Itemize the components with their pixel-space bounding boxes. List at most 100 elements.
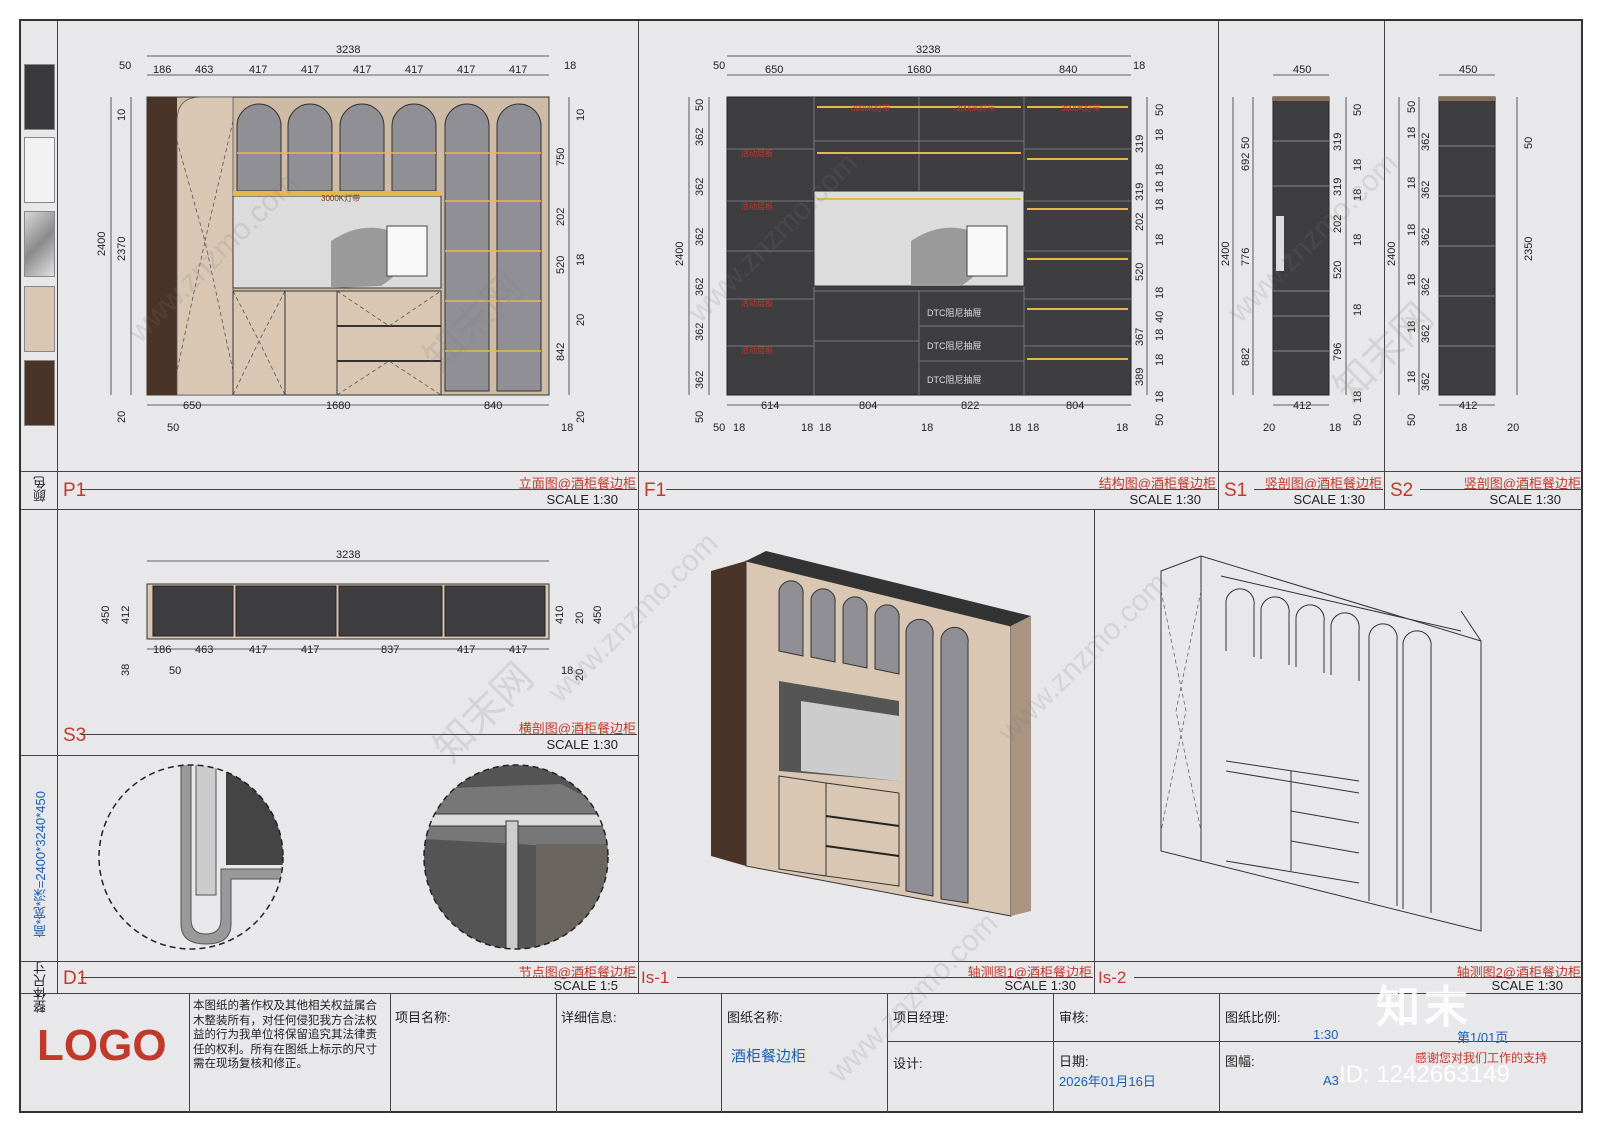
p1-dim-right-v-5: 20 — [575, 314, 587, 326]
s2-dim-right-v-1: 2350 — [1523, 237, 1535, 261]
f1-dim-bottom-1: 804 — [859, 400, 877, 412]
p1-dim-right-v-7: 20 — [575, 411, 587, 423]
scale-value: 1:30 — [1313, 1027, 1339, 1042]
p1-dim-left-v-2: 10 — [116, 109, 128, 121]
f1-title-rule — [666, 489, 1217, 490]
s1-title-rule — [1254, 489, 1383, 490]
s3-dim-bottom-3: 417 — [301, 644, 319, 656]
f1-dim-left-v-4: 362 — [694, 278, 706, 296]
f1-dim-left-v-0: 2400 — [674, 242, 686, 266]
size-value: A3 — [1323, 1073, 1339, 1088]
p1-dim-top-0: 186 — [153, 64, 171, 76]
f1-dim-right-v-16: 18 — [1154, 391, 1166, 403]
s1-dim-right-v-3: 319 — [1332, 178, 1344, 196]
f1-dim-right-v-4: 319 — [1134, 183, 1146, 201]
tb-divider-5 — [1053, 993, 1054, 1113]
p1-dim-right-v-0: 10 — [575, 109, 587, 121]
s1-dim-right-v-10: 18 — [1352, 391, 1364, 403]
date-value: 2026年01月16日 — [1059, 1074, 1156, 1089]
design-label: 设计: — [893, 1056, 923, 1071]
s3-dim-bs-1: 18 — [561, 665, 573, 677]
f1-dim-right-v-1: 18 — [1154, 129, 1166, 141]
s3-dim-bottom-2: 417 — [249, 644, 267, 656]
s2-dim-left-v-4: 362 — [1420, 181, 1432, 199]
col-divider-1 — [638, 21, 639, 993]
f1-code: F1 — [644, 480, 667, 501]
p1-code: P1 — [63, 480, 87, 501]
s1-dim-bs-0: 20 — [1263, 422, 1275, 434]
swatch-beige — [24, 286, 55, 352]
f1-scale: SCALE 1:30 — [1129, 492, 1201, 507]
sidebar: 颜色 高*宽*深=2400*3240*450 整体尺寸 — [21, 21, 58, 1113]
f1-dim-left-v-6: 362 — [694, 371, 706, 389]
s1-dim-right-v-9: 796 — [1332, 343, 1344, 361]
review-label: 审核: — [1059, 1010, 1089, 1025]
logo: LOGO — [37, 1021, 167, 1070]
p1-dim-total: 3238 — [336, 44, 360, 56]
p1-dim-left-v-3: 20 — [116, 411, 128, 423]
title-block: LOGO 本图纸的著作权及其他相关权益属合木整装所有，对任何侵犯我方合法权益的行… — [21, 993, 1583, 1113]
s3-dim-left-v-1: 412 — [120, 606, 132, 624]
s1-dim-right-v-8: 18 — [1352, 304, 1364, 316]
swatch-walnut — [24, 360, 55, 426]
s1-dim-bs-1: 18 — [1329, 422, 1341, 434]
col-divider-4 — [1094, 509, 1095, 993]
d1-title-rule — [81, 977, 637, 978]
f1-dim-right-v-10: 18 — [1154, 287, 1166, 299]
p1-dim-right-v-4: 18 — [575, 254, 587, 266]
f1-dim-right-v-15: 389 — [1134, 368, 1146, 386]
p1-dim-top-3: 417 — [301, 64, 319, 76]
s1-dim-left-v-4: 882 — [1240, 348, 1252, 366]
p1-dim-bottom-1: 1680 — [326, 400, 350, 412]
f1-dim-right-v-12: 18 — [1154, 329, 1166, 341]
f1-shelf-label-4: 活动层板 — [741, 345, 773, 355]
f1-dim-right-v-2: 319 — [1134, 135, 1146, 153]
s3-dim-bottom-1: 463 — [195, 644, 213, 656]
s1-dim-left-v-3: 776 — [1240, 248, 1252, 266]
s2-dim-left-v-8: 362 — [1420, 278, 1432, 296]
s2-dim-left-v-13: 18 — [1406, 371, 1418, 383]
f1-dim-right-v-8: 18 — [1154, 234, 1166, 246]
row-divider-2 — [21, 509, 1583, 510]
is2-wireframe-drawing — [1160, 555, 1482, 932]
s2-section-drawing: 450 412 18 20 2400 50 362 18 362 18 362 … — [1386, 64, 1535, 434]
s1-code: S1 — [1224, 480, 1248, 501]
f1-dim-bottom-3: 804 — [1066, 400, 1084, 412]
s1-dim-right-v-5: 202 — [1332, 215, 1344, 233]
f1-dim-bottom-0: 614 — [761, 400, 779, 412]
f1-dim-right-v-13: 367 — [1134, 328, 1146, 346]
p1-dim-right: 18 — [564, 60, 576, 72]
size-label: 图幅: — [1225, 1054, 1255, 1069]
f1-dim-left-v-2: 362 — [694, 178, 706, 196]
col-divider-2 — [1218, 21, 1219, 509]
row-divider-3 — [21, 755, 638, 756]
p1-dim-top-5: 417 — [405, 64, 423, 76]
s3-dim-left-v-0: 450 — [100, 606, 112, 624]
f1-dim-right-v-9: 520 — [1134, 263, 1146, 281]
row-divider-1 — [21, 471, 1583, 472]
f1-dim-bottom-2: 822 — [961, 400, 979, 412]
f1-dim-bs-7: 18 — [1116, 422, 1128, 434]
f1-shelf-label-3: 活动层板 — [741, 298, 773, 308]
f1-dim-left-v-5: 362 — [694, 323, 706, 341]
tb-divider-6 — [1219, 993, 1220, 1113]
s3-dim-left-v-2: 38 — [120, 664, 132, 676]
f1-drawer-label-3: DTC阻尼抽屉 — [927, 374, 982, 385]
watermark-brand-logo: 知末 — [1376, 983, 1472, 1032]
p1-dim-right-v-6: 842 — [555, 343, 567, 361]
s2-dim-left-v-1: 50 — [1406, 101, 1418, 113]
p1-dim-top-6: 417 — [457, 64, 475, 76]
tb-divider-4 — [887, 993, 888, 1113]
s2-dim-left-v-9: 18 — [1406, 274, 1418, 286]
f1-dim-right: 18 — [1133, 60, 1145, 72]
tb-divider-0 — [189, 993, 190, 1113]
col-divider-3 — [1384, 21, 1385, 509]
f1-dim-right-v-17: 50 — [1154, 414, 1166, 426]
swatch-white — [24, 137, 55, 203]
tb-divider-3 — [721, 993, 722, 1113]
p1-dim-top-2: 417 — [249, 64, 267, 76]
s1-dim-right-v-6: 18 — [1352, 234, 1364, 246]
p1-title-rule — [81, 489, 637, 490]
is1-axonometric-drawing — [711, 551, 1031, 917]
drawing-sheet: 颜色 高*宽*深=2400*3240*450 整体尺寸 P1 立面图@酒柜餐边柜… — [19, 19, 1583, 1113]
